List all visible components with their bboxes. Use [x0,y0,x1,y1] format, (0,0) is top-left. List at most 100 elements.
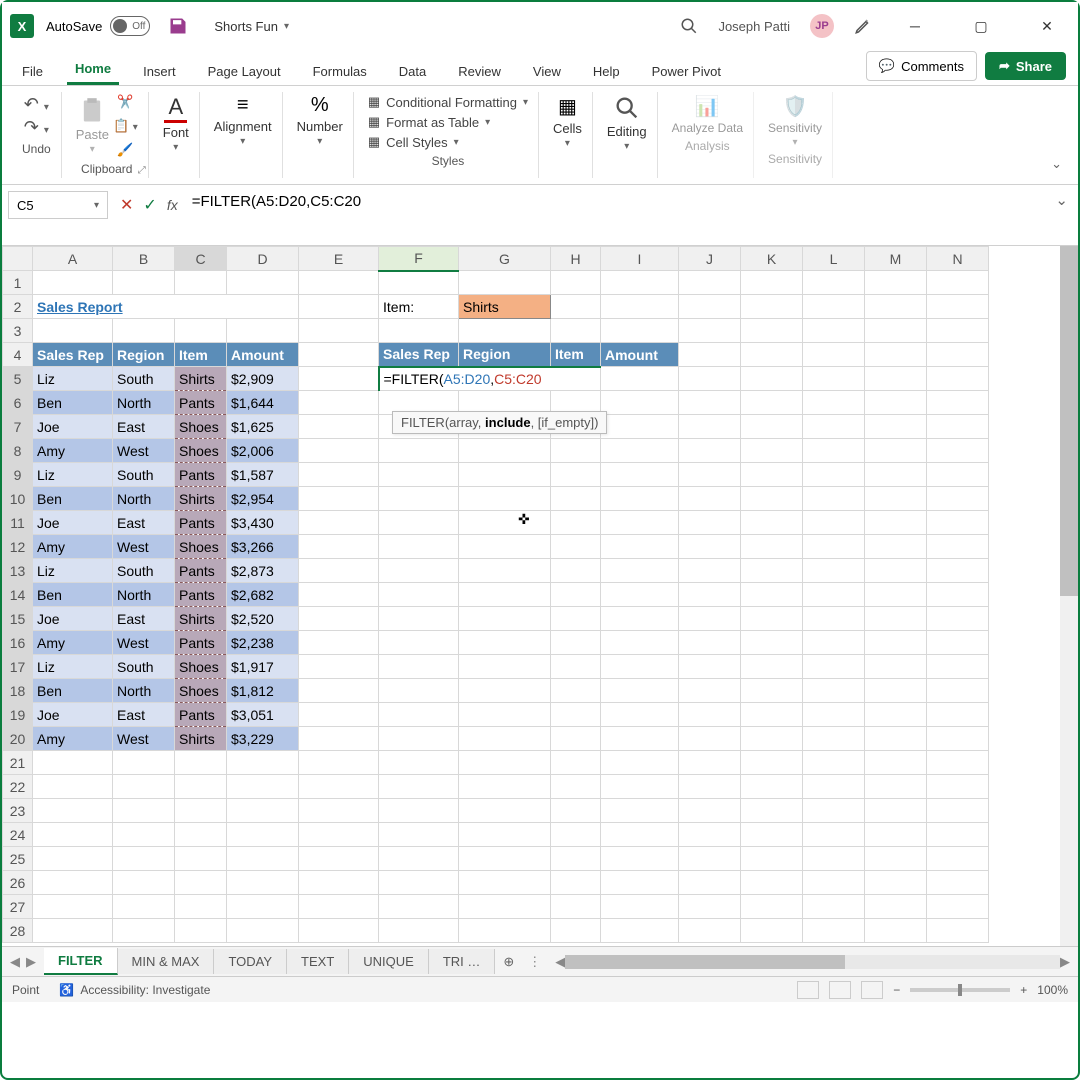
cell[interactable] [551,871,601,895]
cell[interactable] [679,919,741,943]
cell[interactable] [551,295,601,319]
active-cell[interactable]: =FILTER(A5:D20,C5:C20 [379,367,601,391]
redo-button[interactable]: ↷ ▾ [24,117,49,138]
row-header[interactable]: 13 [3,559,33,583]
cell[interactable] [803,679,865,703]
cell[interactable] [803,871,865,895]
cell[interactable] [551,271,601,295]
cell[interactable] [299,823,379,847]
cell[interactable] [551,823,601,847]
sheet-tab-tri[interactable]: TRI … [429,949,496,974]
cell[interactable] [459,271,551,295]
row-header[interactable]: 26 [3,871,33,895]
cell[interactable] [551,607,601,631]
cell[interactable] [803,367,865,391]
cell[interactable]: Pants [175,511,227,535]
cell[interactable] [379,871,459,895]
cell[interactable] [927,799,989,823]
ribbon-collapse-button[interactable]: ⌄ [1045,150,1068,178]
cell[interactable] [33,271,113,295]
col-header[interactable]: D [227,247,299,271]
cell[interactable] [865,487,927,511]
cell[interactable] [803,655,865,679]
cell[interactable] [299,655,379,679]
cell[interactable] [927,895,989,919]
cell[interactable] [927,535,989,559]
cell[interactable] [803,415,865,439]
cell[interactable]: Pants [175,631,227,655]
cell[interactable] [459,631,551,655]
cell[interactable] [865,847,927,871]
cell[interactable] [927,463,989,487]
cell[interactable] [679,823,741,847]
cell[interactable] [865,319,927,343]
cell[interactable]: Liz [33,367,113,391]
cell[interactable] [459,823,551,847]
cell[interactable] [679,583,741,607]
cell[interactable]: Amy [33,439,113,463]
cell[interactable] [679,343,741,367]
cell[interactable] [679,271,741,295]
cell[interactable] [865,703,927,727]
cell[interactable]: South [113,559,175,583]
minimize-button[interactable]: ─ [892,10,938,42]
cell[interactable] [741,679,803,703]
cell[interactable] [379,727,459,751]
cell[interactable] [679,367,741,391]
cell[interactable] [927,751,989,775]
cell[interactable] [227,847,299,871]
cell[interactable] [175,847,227,871]
cell[interactable] [299,487,379,511]
cell[interactable] [33,871,113,895]
cell[interactable] [459,751,551,775]
sheet-tab-text[interactable]: TEXT [287,949,349,974]
cell[interactable] [741,871,803,895]
cell[interactable] [227,319,299,343]
cell[interactable] [865,343,927,367]
cell[interactable]: $3,430 [227,511,299,535]
cell[interactable]: Liz [33,655,113,679]
cell[interactable]: Shirts [459,295,551,319]
cell[interactable] [601,823,679,847]
undo-button[interactable]: ↶ ▾ [24,94,49,115]
paste-button[interactable]: Paste ▾ [76,97,109,155]
cell[interactable]: East [113,415,175,439]
cell[interactable]: North [113,487,175,511]
scroll-thumb[interactable] [1060,246,1078,596]
cell[interactable] [865,895,927,919]
cell[interactable] [113,271,175,295]
cell[interactable] [175,895,227,919]
cell[interactable]: Region [459,343,551,367]
editing-dropdown[interactable]: Editing ▾ [607,94,647,152]
cell[interactable] [227,823,299,847]
sheet-tab-today[interactable]: TODAY [214,949,287,974]
cell[interactable] [927,703,989,727]
vertical-scrollbar[interactable] [1060,246,1078,946]
sheet-tab-unique[interactable]: UNIQUE [349,949,429,974]
cell[interactable] [227,919,299,943]
cell[interactable] [803,775,865,799]
clipboard-launcher[interactable]: ⤢ [138,165,146,176]
cell[interactable] [741,439,803,463]
col-header[interactable]: K [741,247,803,271]
col-header[interactable]: C [175,247,227,271]
cell[interactable] [865,919,927,943]
cell[interactable] [175,751,227,775]
cell[interactable] [379,847,459,871]
cell[interactable] [927,391,989,415]
cell[interactable]: $3,266 [227,535,299,559]
cell[interactable] [379,751,459,775]
cell[interactable] [299,679,379,703]
cell[interactable] [299,535,379,559]
user-name[interactable]: Joseph Patti [718,19,790,34]
cell[interactable] [741,415,803,439]
cell[interactable] [679,463,741,487]
cell[interactable] [175,871,227,895]
cell[interactable]: Joe [33,415,113,439]
cell[interactable] [551,703,601,727]
cell[interactable] [741,295,803,319]
row-header[interactable]: 6 [3,391,33,415]
cell[interactable] [741,727,803,751]
tab-insert[interactable]: Insert [135,58,184,85]
row-header[interactable]: 23 [3,799,33,823]
